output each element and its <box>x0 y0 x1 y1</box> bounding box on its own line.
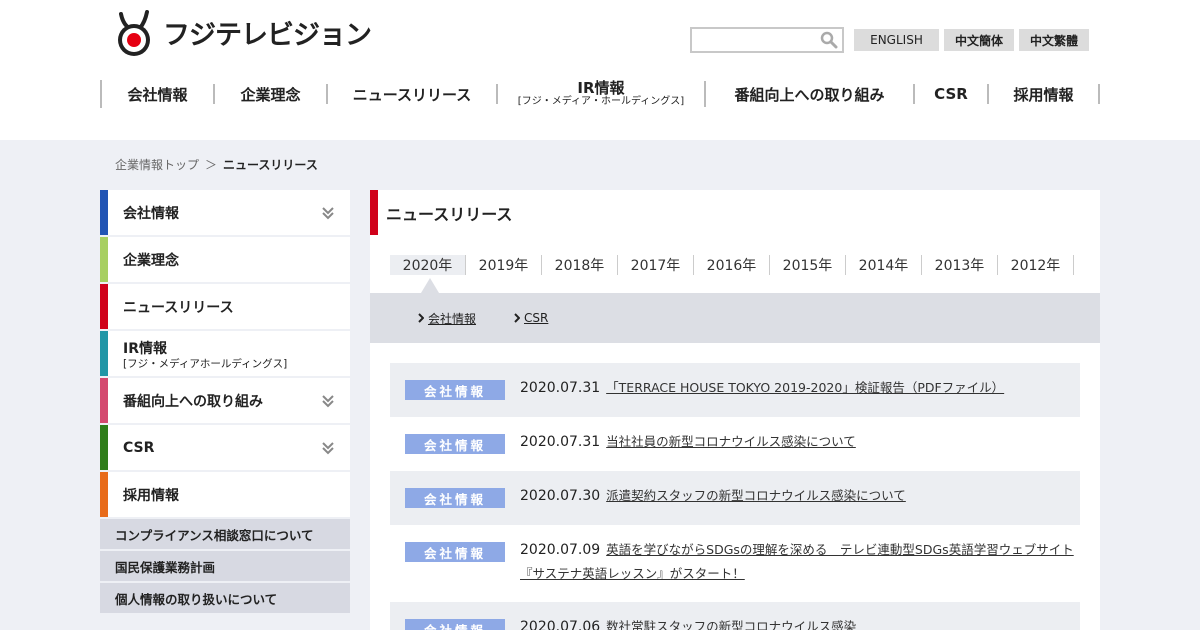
tab-year-2018[interactable]: 2018年 <box>542 255 618 275</box>
sidebar-item-company[interactable]: 会社情報 <box>100 190 350 235</box>
news-title-link[interactable]: 派遣契約スタッフの新型コロナウイルス感染について <box>606 488 906 503</box>
sidebar-item-label: IR情報 <box>123 340 167 357</box>
tab-year-2016[interactable]: 2016年 <box>694 255 770 275</box>
tab-year-2014[interactable]: 2014年 <box>846 255 922 275</box>
category-tag: 会社情報 <box>405 434 505 454</box>
search-input[interactable] <box>690 27 844 53</box>
content-panel: ニュースリリース 2020年 2019年 2018年 2017年 2016年 2… <box>370 190 1100 630</box>
gnav-item-recruit[interactable]: 採用情報 <box>989 84 1100 104</box>
tab-year-2019[interactable]: 2019年 <box>466 255 542 275</box>
double-chevron-down-icon <box>322 442 334 455</box>
gnav-label: 会社情報 <box>127 85 188 104</box>
news-date: 2020.07.30 <box>520 488 601 504</box>
list-item: 会社情報 2020.07.31 当社社員の新型コロナウイルス感染について <box>390 417 1080 471</box>
news-date: 2020.07.09 <box>520 542 601 558</box>
sidebar-item-news-release[interactable]: ニュースリリース <box>100 284 350 329</box>
sidebar-link-privacy[interactable]: 個人情報の取り扱いについて <box>100 583 350 613</box>
category-label: CSR <box>524 311 549 325</box>
sidebar-item-label: 採用情報 <box>123 487 179 504</box>
tab-year-2013[interactable]: 2013年 <box>922 255 998 275</box>
breadcrumb-parent-link[interactable]: 企業情報トップ <box>115 156 199 173</box>
lang-traditional-chinese-button[interactable]: 中文繁體 <box>1019 29 1089 51</box>
category-link-csr[interactable]: CSR <box>514 311 548 325</box>
category-label: 会社情報 <box>428 311 477 326</box>
lang-english-button[interactable]: ENGLISH <box>854 29 939 51</box>
year-tabs: 2020年 2019年 2018年 2017年 2016年 2015年 2014… <box>390 255 1074 275</box>
category-tag: 会社情報 <box>405 542 505 562</box>
tab-year-2017[interactable]: 2017年 <box>618 255 694 275</box>
site-header: フジテレビジョン ENGLISH 中文簡体 中文繁體 会社情報 企業理念 ニュー… <box>0 0 1200 140</box>
news-title-link-line2[interactable]: 『サステナ英語レッスン』がスタート！ <box>520 566 745 581</box>
news-date: 2020.07.31 <box>520 380 601 396</box>
list-item: 会社情報 2020.07.30 派遣契約スタッフの新型コロナウイルス感染について <box>390 471 1080 525</box>
list-item: 会社情報 2020.07.06 数社常駐スタッフの新型コロナウイルス感染 <box>390 602 1080 630</box>
chevron-right-icon <box>418 313 424 323</box>
category-filter-bar: 会社情報 CSR <box>370 293 1100 343</box>
category-tag: 会社情報 <box>405 488 505 508</box>
news-date: 2020.07.31 <box>520 434 601 450</box>
tab-year-2015[interactable]: 2015年 <box>770 255 846 275</box>
gnav-label: 番組向上への取り組み <box>734 85 885 104</box>
sidebar-link-civil-protection[interactable]: 国民保護業務計画 <box>100 551 350 581</box>
gnav-label: 採用情報 <box>1013 85 1074 104</box>
sidebar-item-label: ニュースリリース <box>123 299 234 316</box>
gnav-item-csr[interactable]: CSR <box>915 84 989 104</box>
breadcrumb-current: ニュースリリース <box>223 158 318 172</box>
sidebar: 会社情報 企業理念 ニュースリリース IR情報 [フジ・メディアホールディングス… <box>100 190 350 615</box>
tab-year-2012[interactable]: 2012年 <box>998 255 1074 275</box>
gnav-label: ニュースリリース <box>352 85 472 104</box>
active-tab-caret <box>421 278 439 293</box>
double-chevron-down-icon <box>322 207 334 220</box>
gnav-item-company[interactable]: 会社情報 <box>102 84 215 104</box>
breadcrumb: 企業情報トップ ＞ ニュースリリース <box>115 156 318 173</box>
list-item: 会社情報 2020.07.09 英語を学びながらSDGsの理解を深める テレビ連動… <box>390 525 1080 602</box>
chevron-right-icon <box>514 313 521 323</box>
category-link-company[interactable]: 会社情報 <box>418 310 476 327</box>
category-tag: 会社情報 <box>405 380 505 400</box>
gnav-sublabel: [フジ・メディア・ホールディングス] <box>517 96 685 107</box>
news-title-link[interactable]: 「TERRACE HOUSE TOKYO 2019-2020」検証報告（PDFフ… <box>606 380 1004 395</box>
gnav-item-ir[interactable]: IR情報 [フジ・メディア・ホールディングス] <box>498 81 706 107</box>
news-title-link[interactable]: 当社社員の新型コロナウイルス感染について <box>606 434 856 449</box>
tab-year-2020[interactable]: 2020年 <box>390 255 466 275</box>
category-tag: 会社情報 <box>405 619 505 630</box>
sidebar-item-label: 会社情報 <box>123 205 179 222</box>
global-nav: 会社情報 企業理念 ニュースリリース IR情報 [フジ・メディア・ホールディング… <box>100 80 1100 108</box>
breadcrumb-separator: ＞ <box>205 158 218 172</box>
sidebar-item-ir[interactable]: IR情報 [フジ・メディアホールディングス] <box>100 331 350 376</box>
news-title-link[interactable]: 英語を学びながらSDGsの理解を深める テレビ連動型SDGs英語学習ウェブサイト <box>606 542 1074 557</box>
gnav-label: IR情報 <box>577 79 625 97</box>
gnav-label: 企業理念 <box>240 85 301 104</box>
sidebar-link-compliance[interactable]: コンプライアンス相談窓口について <box>100 519 350 549</box>
sidebar-item-program-improvement[interactable]: 番組向上への取り組み <box>100 378 350 423</box>
page-title: ニュースリリース <box>370 190 1100 235</box>
sidebar-item-label: 番組向上への取り組み <box>123 393 263 410</box>
gnav-item-philosophy[interactable]: 企業理念 <box>215 84 328 104</box>
gnav-label: CSR <box>934 85 968 103</box>
search-icon[interactable] <box>820 31 838 49</box>
double-chevron-down-icon <box>322 395 334 408</box>
lang-simplified-chinese-button[interactable]: 中文簡体 <box>944 29 1014 51</box>
sidebar-item-recruit[interactable]: 採用情報 <box>100 472 350 517</box>
sidebar-item-sublabel: [フジ・メディアホールディングス] <box>123 357 288 370</box>
sidebar-item-csr[interactable]: CSR <box>100 425 350 470</box>
logo-text: フジテレビジョン <box>163 19 372 51</box>
sidebar-item-label: 企業理念 <box>123 252 179 269</box>
sidebar-item-label: CSR <box>123 439 155 456</box>
news-title-link[interactable]: 数社常駐スタッフの新型コロナウイルス感染 <box>606 619 856 630</box>
gnav-item-program-improvement[interactable]: 番組向上への取り組み <box>706 84 915 104</box>
fujitv-logo[interactable]: フジテレビジョン <box>113 8 378 56</box>
sidebar-item-philosophy[interactable]: 企業理念 <box>100 237 350 282</box>
gnav-item-news-release[interactable]: ニュースリリース <box>328 84 498 104</box>
news-date: 2020.07.06 <box>520 619 601 630</box>
list-item: 会社情報 2020.07.31 「TERRACE HOUSE TOKYO 2019… <box>390 363 1080 417</box>
medama-logo-icon <box>113 10 157 56</box>
